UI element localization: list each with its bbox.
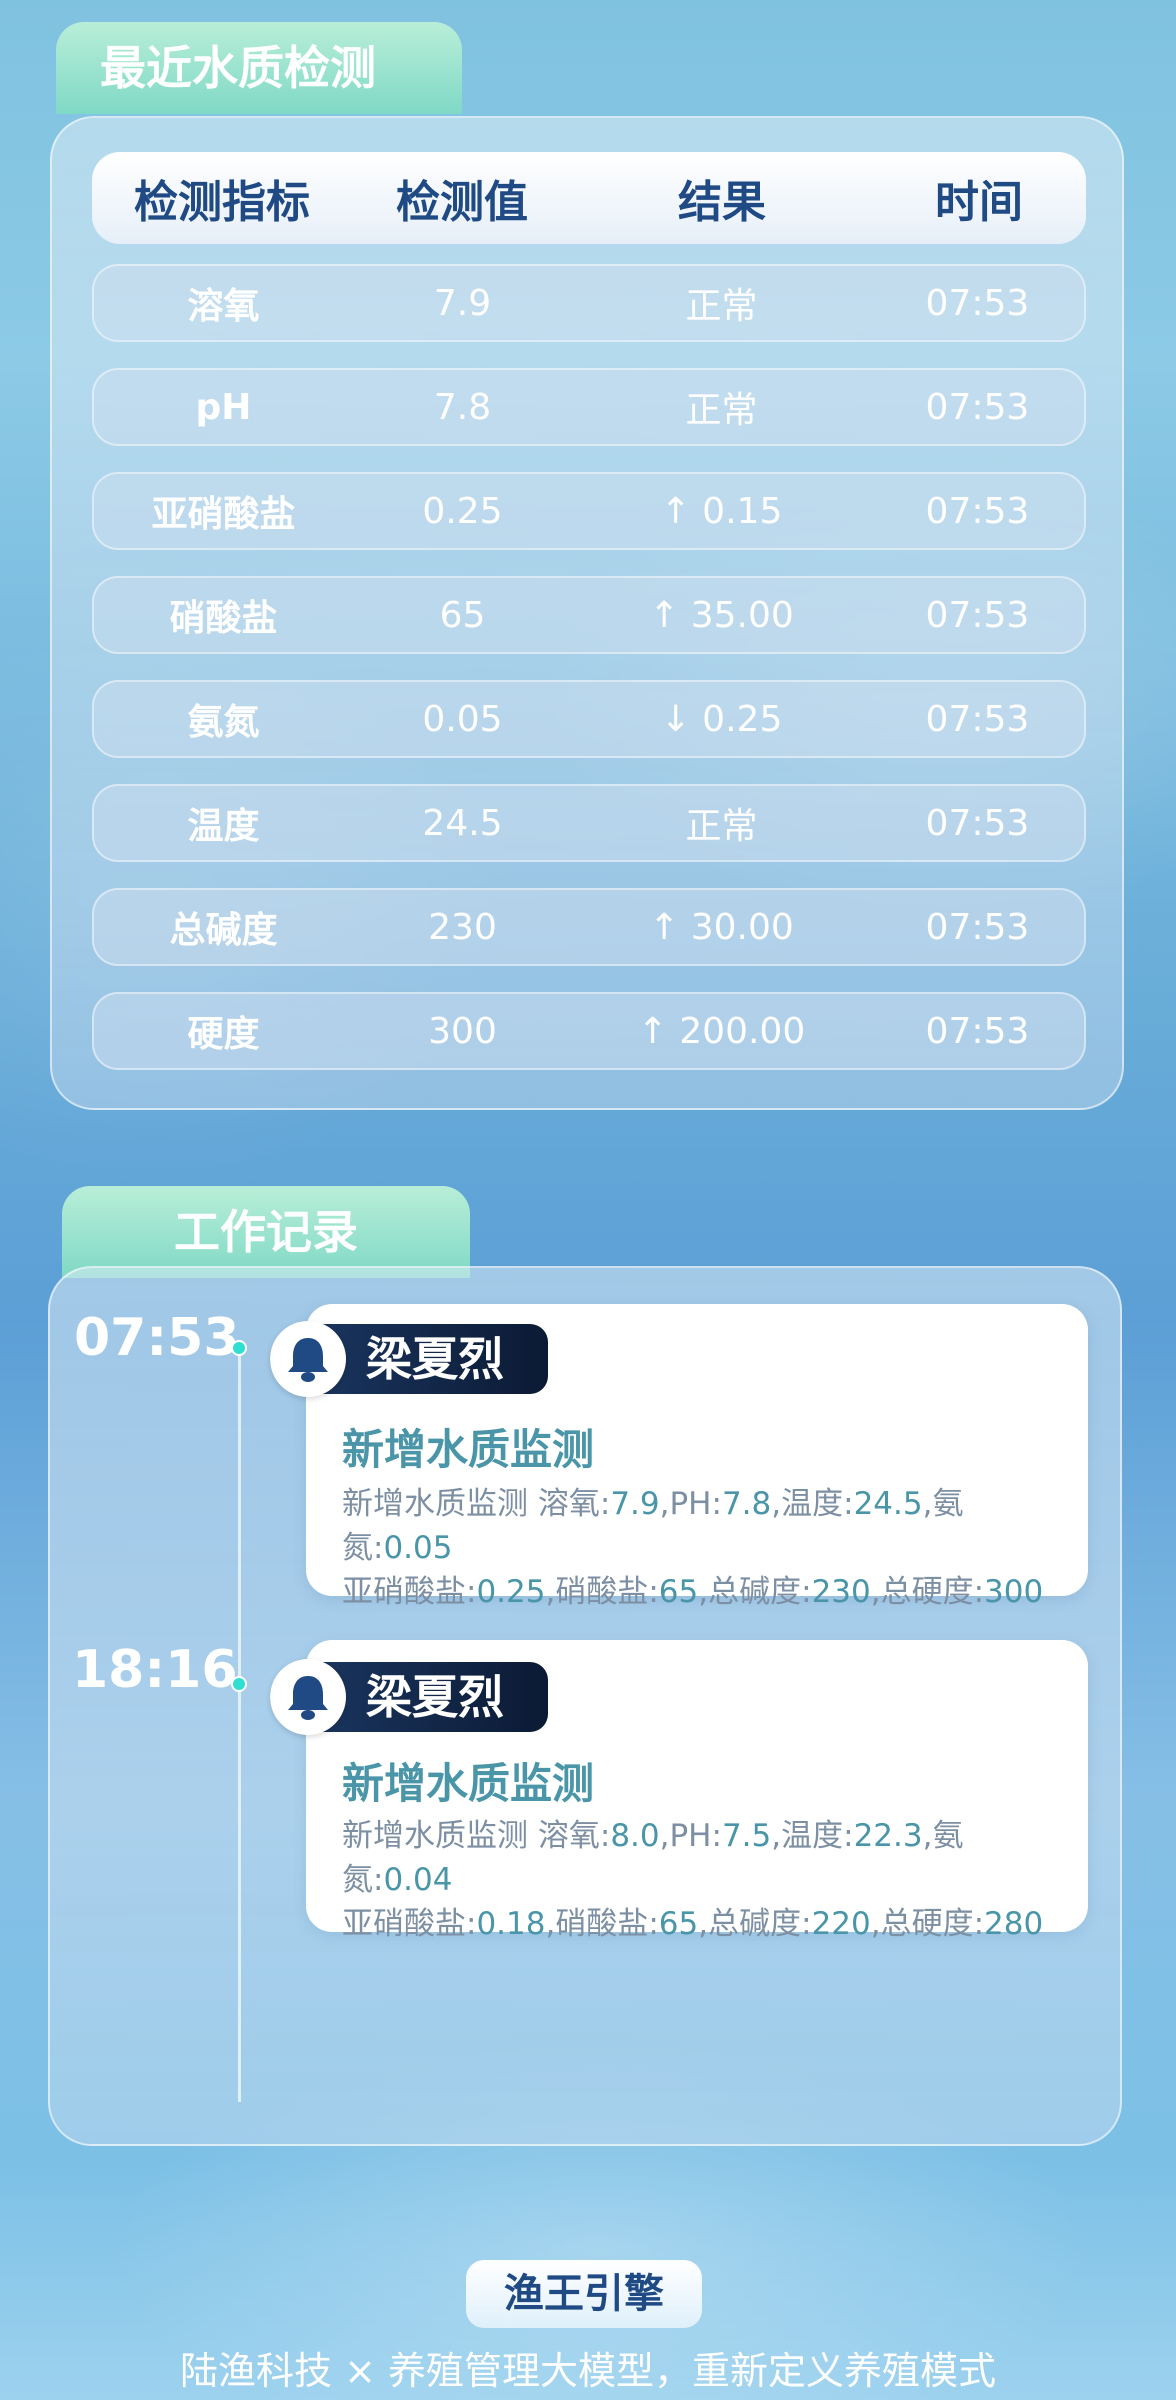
row-value: 230 <box>428 906 497 948</box>
row-time: 07:53 <box>925 386 1030 428</box>
header-value: 检测值 <box>396 177 528 228</box>
record-detail: 新增水质监测 溶氧:8.0,PH:7.5,温度:22.3,氨氮:0.04 亚硝酸… <box>342 1814 1068 1946</box>
timeline-time: 07:53 <box>74 1308 240 1368</box>
bell-icon <box>270 1321 346 1397</box>
table-row[interactable]: 溶氧 7.9 正常 07:53 <box>92 264 1086 342</box>
table-row[interactable]: 氨氮 0.05 ↓ 0.25 07:53 <box>92 680 1086 758</box>
timeline-dot <box>231 1340 247 1356</box>
row-result: ↑ 30.00 <box>649 906 794 948</box>
record-detail-line1: 新增水质监测 溶氧:8.0,PH:7.5,温度:22.3,氨氮:0.04 <box>342 1818 964 1898</box>
row-indicator: 亚硝酸盐 <box>151 494 296 535</box>
table-row[interactable]: 硬度 300 ↑ 200.00 07:53 <box>92 992 1086 1070</box>
row-time: 07:53 <box>925 594 1030 636</box>
record-detail-line2: 亚硝酸盐:0.18,硝酸盐:65,总碱度:220,总硬度:280 <box>342 1906 1044 1942</box>
row-result: ↑ 0.15 <box>660 490 783 532</box>
row-time: 07:53 <box>925 490 1030 532</box>
section-tab-work-records[interactable]: 工作记录 <box>62 1186 470 1278</box>
user-name: 梁夏烈 <box>366 1332 504 1386</box>
row-result: 正常 <box>685 806 758 847</box>
table-row[interactable]: 总碱度 230 ↑ 30.00 07:53 <box>92 888 1086 966</box>
table-header: 检测指标 检测值 结果 时间 <box>92 152 1086 244</box>
timeline-dot <box>231 1676 247 1692</box>
header-result: 结果 <box>678 177 766 228</box>
row-indicator: 总碱度 <box>169 910 278 951</box>
record-detail: 新增水质监测 溶氧:7.9,PH:7.8,温度:24.5,氨氮:0.05 亚硝酸… <box>342 1482 1068 1614</box>
row-indicator: 硝酸盐 <box>169 598 278 639</box>
bell-icon <box>270 1659 346 1735</box>
row-value: 7.8 <box>433 386 492 428</box>
table-row[interactable]: pH 7.8 正常 07:53 <box>92 368 1086 446</box>
row-value: 0.25 <box>422 490 503 532</box>
row-indicator: 温度 <box>187 806 260 847</box>
section-tab-water-quality[interactable]: 最近水质检测 <box>56 22 462 114</box>
timeline-time: 18:16 <box>72 1640 238 1700</box>
row-indicator: pH <box>195 386 252 428</box>
row-result: 正常 <box>685 390 758 431</box>
row-value: 7.9 <box>433 282 492 324</box>
brand-logo: 渔王引擎 <box>466 2260 702 2328</box>
header-indicator: 检测指标 <box>134 177 310 228</box>
row-indicator: 硬度 <box>187 1014 260 1055</box>
record-title: 新增水质监测 <box>342 1425 595 1474</box>
slogan: 陆渔科技 × 养殖管理大模型，重新定义养殖模式 <box>179 2349 996 2393</box>
record-title: 新增水质监测 <box>342 1759 595 1808</box>
timeline-line <box>238 1348 241 2102</box>
row-indicator: 溶氧 <box>187 286 260 327</box>
row-time: 07:53 <box>925 906 1030 948</box>
row-value: 24.5 <box>422 802 503 844</box>
row-value: 65 <box>439 594 486 636</box>
table-row[interactable]: 亚硝酸盐 0.25 ↑ 0.15 07:53 <box>92 472 1086 550</box>
row-time: 07:53 <box>925 802 1030 844</box>
user-name: 梁夏烈 <box>366 1670 504 1724</box>
row-time: 07:53 <box>925 282 1030 324</box>
row-result: ↓ 0.25 <box>660 698 783 740</box>
table-row[interactable]: 硝酸盐 65 ↑ 35.00 07:53 <box>92 576 1086 654</box>
row-result: ↑ 35.00 <box>649 594 794 636</box>
user-badge: 梁夏烈 <box>270 1659 548 1735</box>
row-indicator: 氨氮 <box>187 702 260 743</box>
header-time: 时间 <box>935 177 1023 228</box>
row-result: 正常 <box>685 286 758 327</box>
table-row[interactable]: 温度 24.5 正常 07:53 <box>92 784 1086 862</box>
record-detail-line2: 亚硝酸盐:0.25,硝酸盐:65,总碱度:230,总硬度:300 <box>342 1574 1044 1610</box>
user-badge: 梁夏烈 <box>270 1321 548 1397</box>
row-time: 07:53 <box>925 1010 1030 1052</box>
row-value: 0.05 <box>422 698 503 740</box>
record-detail-line1: 新增水质监测 溶氧:7.9,PH:7.8,温度:24.5,氨氮:0.05 <box>342 1486 964 1566</box>
row-time: 07:53 <box>925 698 1030 740</box>
row-result: ↑ 200.00 <box>637 1010 806 1052</box>
row-value: 300 <box>428 1010 497 1052</box>
